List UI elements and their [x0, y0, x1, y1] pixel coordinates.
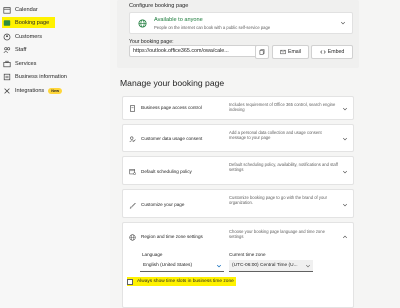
panel-description: Default scheduling policy, availability,… [229, 162, 338, 173]
person-check-icon [129, 136, 136, 143]
panel-title: Business page access control [141, 105, 202, 110]
copy-url-button[interactable] [255, 45, 269, 59]
sidebar-item-label: Calendar [15, 6, 38, 13]
chevron-down-icon [216, 264, 222, 268]
globe-icon [138, 19, 147, 28]
customers-icon [2, 32, 11, 41]
sidebar-item-calendar[interactable]: Calendar [2, 4, 38, 15]
business-info-icon [2, 72, 11, 81]
paint-brush-icon [129, 202, 136, 209]
panel-description: Add a personal data collection and usage… [229, 130, 322, 141]
sidebar-item-label: Staff [15, 46, 27, 53]
timezone-value: (UTC-06:00) Central Time (U... [232, 263, 298, 268]
availability-dropdown[interactable]: Available to anyone People on the intern… [129, 12, 353, 34]
mail-icon [280, 49, 286, 55]
panel-title: Default scheduling policy [141, 169, 192, 174]
email-button-label: Email [288, 49, 301, 55]
panel-region-timezone: Region and time zone settings Choose you… [122, 222, 354, 308]
configure-title: Configure booking page [129, 3, 189, 9]
panel-scheduling-policy[interactable]: Default scheduling policy Default schedu… [122, 156, 354, 185]
code-icon [319, 50, 326, 54]
main-content: Configure booking page Available to anyo… [112, 0, 400, 308]
panel-business-access[interactable]: Business page access control Includes re… [122, 96, 354, 120]
availability-title: Available to anyone [154, 17, 203, 23]
calendar-icon [2, 5, 11, 14]
panel-title: Customer data usage consent [141, 136, 203, 141]
globe-icon [129, 234, 136, 241]
sidebar-item-booking-page[interactable]: Booking page [2, 17, 56, 28]
chevron-down-icon [305, 264, 311, 268]
chevron-down-icon [342, 107, 348, 111]
embed-button-label: Embed [327, 49, 345, 55]
sidebar: Calendar Booking page Customers Staff Se… [0, 0, 110, 308]
panel-title[interactable]: Region and time zone settings [141, 234, 203, 239]
integrations-icon [2, 86, 11, 95]
staff-icon [2, 45, 11, 54]
availability-subtitle: People on the internet can book with a p… [154, 25, 271, 30]
panel-description: Customize booking page to go with the br… [229, 195, 328, 206]
checkbox-label: Always show time slots in business time … [137, 279, 234, 284]
timezone-dropdown[interactable]: (UTC-06:00) Central Time (U... [229, 260, 313, 272]
chevron-up-icon[interactable] [342, 234, 348, 240]
sidebar-item-services[interactable]: Services [2, 58, 36, 69]
chevron-down-icon [340, 21, 346, 25]
business-timezone-checkbox[interactable] [127, 278, 133, 285]
sidebar-item-label: Customers [15, 33, 43, 40]
new-badge: New [48, 87, 63, 94]
panel-description: Choose your booking page language and ti… [229, 229, 325, 240]
language-value: English (United States) [143, 263, 193, 268]
timezone-label: Current time zone [229, 252, 266, 257]
sidebar-item-integrations[interactable]: Integrations New [2, 85, 63, 96]
document-icon [130, 105, 135, 112]
sidebar-item-business-information[interactable]: Business information [2, 71, 67, 82]
language-label: Language [142, 252, 163, 257]
embed-button[interactable]: Embed [311, 45, 353, 59]
calendar-settings-icon [129, 169, 136, 175]
copy-icon [259, 49, 265, 55]
services-icon [2, 59, 11, 68]
panel-customize-page[interactable]: Customize your page Customize booking pa… [122, 189, 354, 218]
language-dropdown[interactable]: English (United States) [140, 260, 224, 272]
page-title: Manage your booking page [120, 78, 225, 88]
email-button[interactable]: Email [272, 45, 309, 59]
sidebar-item-staff[interactable]: Staff [2, 44, 26, 55]
configure-card: Configure booking page Available to anyo… [117, 0, 359, 68]
booking-page-icon [2, 18, 11, 27]
chevron-down-icon [342, 203, 348, 207]
sidebar-item-label: Booking page [15, 19, 50, 26]
sidebar-item-label: Business information [15, 73, 67, 80]
sidebar-item-customers[interactable]: Customers [2, 31, 42, 42]
chevron-down-icon [342, 170, 348, 174]
business-timezone-checkbox-row[interactable]: Always show time slots in business time … [127, 277, 236, 286]
panel-title: Customize your page [141, 202, 185, 207]
sidebar-item-label: Integrations [15, 87, 45, 94]
panel-customer-consent[interactable]: Customer data usage consent Add a person… [122, 124, 354, 152]
panel-description: Includes requirement of Office 365 contr… [229, 102, 336, 113]
booking-url-field[interactable]: https://outlook.office365.com/owa/cale..… [129, 45, 259, 57]
chevron-down-icon [342, 137, 348, 141]
sidebar-item-label: Services [15, 60, 37, 67]
